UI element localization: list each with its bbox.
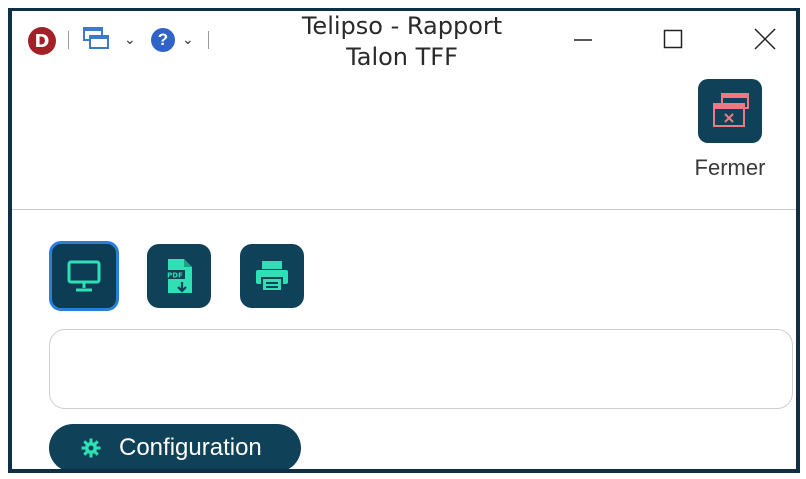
chevron-down-icon[interactable]: ⌄ [124,32,136,48]
close-report-tile[interactable] [698,79,762,143]
output-print-button[interactable] [240,244,304,308]
svg-text:PDF: PDF [167,272,183,280]
window-subtitle: Talon TFF [346,44,458,67]
maximize-icon [663,29,683,49]
separator [68,31,69,49]
close-window-button[interactable] [740,17,790,61]
report-window: D ⌄ ? ⌄ Telipso - Rapport Talon TFF Ferm… [8,8,800,473]
configuration-button[interactable]: Configuration [49,424,301,469]
report-text-field[interactable] [49,329,793,409]
app-logo[interactable]: D [28,27,56,55]
windows-icon[interactable] [82,25,114,62]
ribbon-toolbar: Fermer [12,67,796,210]
close-windows-icon [713,93,749,127]
output-screen-button[interactable] [49,241,119,311]
close-report-label: Fermer [694,155,766,180]
configuration-label: Configuration [119,434,262,461]
help-icon[interactable]: ? [151,28,175,52]
divider [12,209,796,210]
chevron-down-icon[interactable]: ⌄ [182,32,194,48]
window-title: Telipso - Rapport [301,12,503,40]
output-pdf-button[interactable]: PDF [147,244,211,308]
monitor-icon [67,260,101,292]
title-bar: D ⌄ ? ⌄ Telipso - Rapport Talon TFF [12,11,796,67]
gear-icon [81,438,101,458]
pdf-icon: PDF [165,259,192,293]
separator [208,31,209,49]
close-report-button[interactable]: Fermer [680,79,780,189]
printer-icon [256,261,288,292]
minimize-icon [574,39,592,41]
close-icon [754,28,776,50]
maximize-button[interactable] [648,17,698,61]
minimize-button[interactable] [558,17,608,61]
